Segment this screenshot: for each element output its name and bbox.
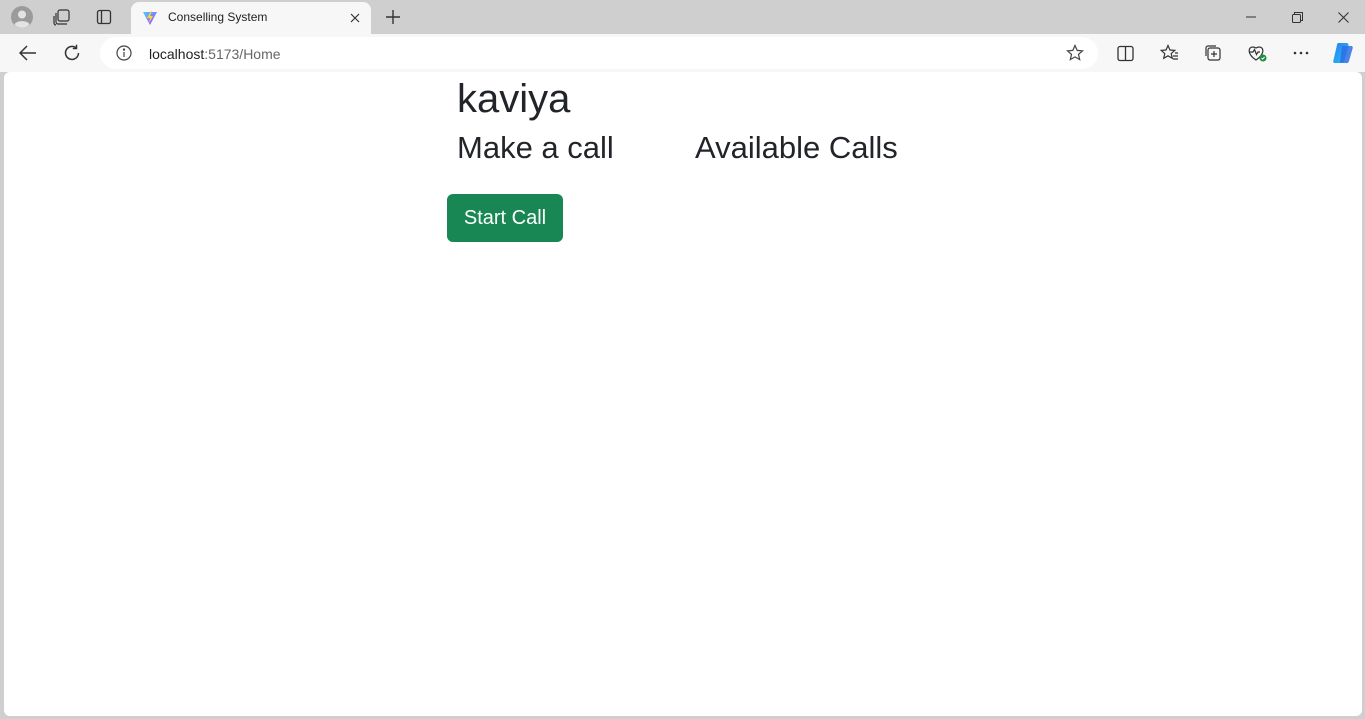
info-icon[interactable] xyxy=(116,45,132,61)
favorites-icon xyxy=(1159,44,1179,62)
active-tab[interactable]: Conselling System xyxy=(131,2,371,34)
tab-actions-icon xyxy=(96,9,112,25)
profile-icon xyxy=(11,6,33,28)
address-bar[interactable]: localhost:5173/Home xyxy=(100,37,1098,69)
refresh-button[interactable] xyxy=(56,38,88,68)
minimize-icon xyxy=(1246,12,1256,22)
close-icon xyxy=(350,13,360,23)
url-path: :5173/Home xyxy=(204,46,281,62)
tab-strip: Conselling System xyxy=(0,0,1365,34)
more-button[interactable] xyxy=(1285,38,1317,68)
url-host: localhost xyxy=(149,46,205,62)
minimize-button[interactable] xyxy=(1228,0,1274,34)
refresh-icon xyxy=(63,44,81,62)
address-url[interactable]: localhost:5173/Home xyxy=(149,46,281,62)
browser-toolbar: localhost:5173/Home xyxy=(0,34,1365,72)
plus-icon xyxy=(386,10,400,24)
username-heading: kaviya xyxy=(457,77,571,121)
profile-button[interactable] xyxy=(6,4,38,30)
copilot-icon xyxy=(1331,41,1355,65)
back-arrow-icon xyxy=(19,45,37,61)
tab-title: Conselling System xyxy=(168,10,268,24)
close-icon xyxy=(1337,11,1349,23)
split-screen-icon xyxy=(1116,45,1134,62)
tab-actions-button[interactable] xyxy=(88,4,120,30)
browser-essentials-button[interactable] xyxy=(1241,38,1273,68)
nav-make-a-call[interactable]: Make a call xyxy=(457,129,614,166)
window-close-button[interactable] xyxy=(1320,0,1365,34)
collections-icon xyxy=(1204,44,1222,62)
favorites-button[interactable] xyxy=(1153,38,1185,68)
collections-button[interactable] xyxy=(1197,38,1229,68)
heart-pulse-icon xyxy=(1247,44,1267,62)
copilot-button[interactable] xyxy=(1327,38,1359,68)
tab-close-button[interactable] xyxy=(345,8,365,28)
vite-favicon-icon xyxy=(142,10,158,26)
nav-available-calls[interactable]: Available Calls xyxy=(695,129,898,166)
workspaces-icon xyxy=(53,8,71,26)
start-call-button[interactable]: Start Call xyxy=(447,194,563,242)
back-button[interactable] xyxy=(12,38,44,68)
more-icon xyxy=(1293,51,1309,55)
new-tab-button[interactable] xyxy=(380,4,406,30)
star-icon[interactable] xyxy=(1066,44,1084,62)
restore-icon xyxy=(1291,11,1303,23)
restore-button[interactable] xyxy=(1274,0,1320,34)
split-screen-button[interactable] xyxy=(1109,38,1141,68)
page-viewport: kaviya Make a call Available Calls Start… xyxy=(4,72,1362,716)
workspaces-button[interactable] xyxy=(46,4,78,30)
browser-window: Conselling System localhost:5173/Home ka… xyxy=(0,0,1365,719)
